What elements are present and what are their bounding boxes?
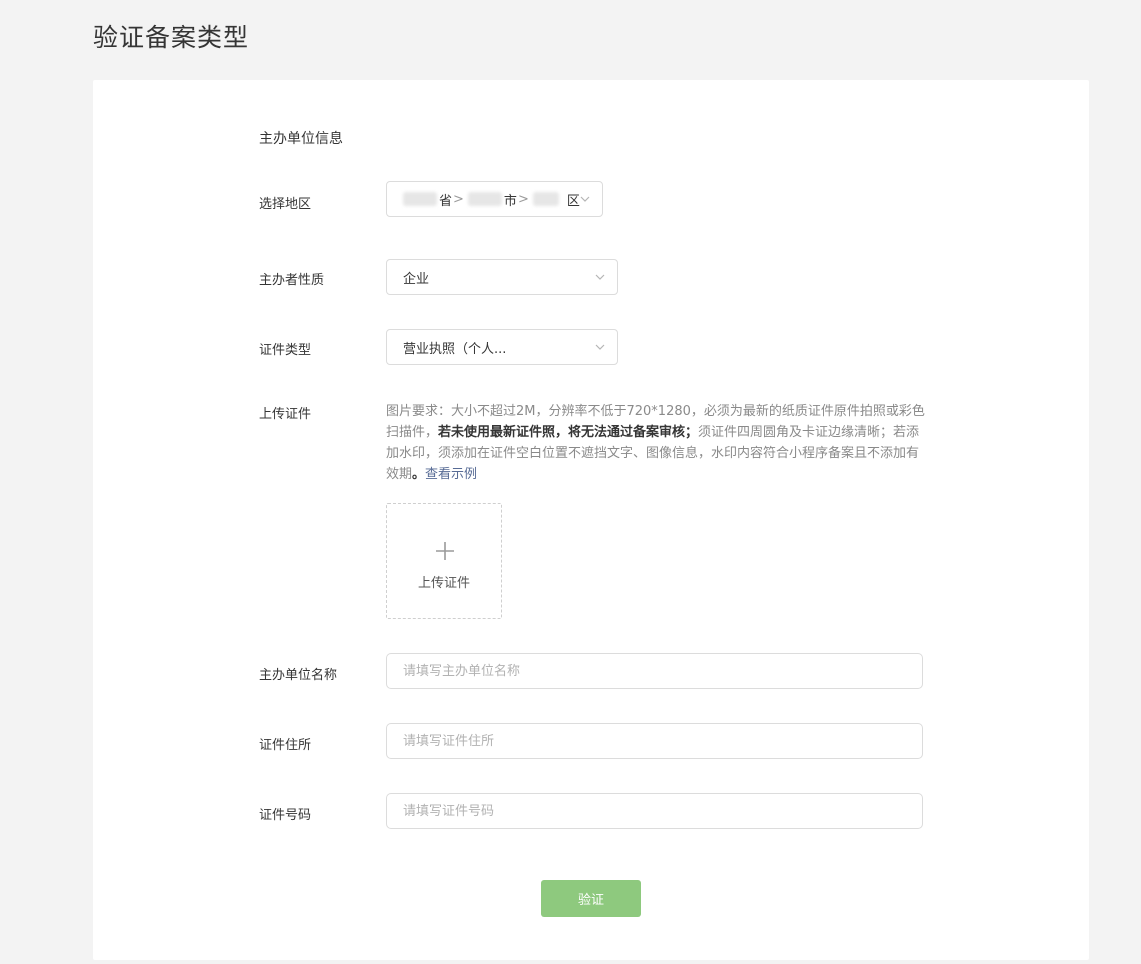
section-title: 主办单位信息 [259,131,343,147]
district-redacted [532,192,559,206]
chevron-down-icon [580,196,590,202]
org-name-input[interactable] [386,653,923,689]
hint-period: 。 [412,467,426,482]
plus-icon [436,542,454,560]
province-redacted [403,192,437,206]
upload-hint: 图片要求：大小不超过2M，分辨率不低于720*1280，必须为最新的纸质证件原件… [386,401,931,485]
cert-type-select[interactable]: 营业执照（个人... [386,329,618,365]
upload-certificate-button[interactable]: 上传证件 [386,503,502,619]
region-label: 选择地区 [259,197,312,212]
region-separator: > [517,191,529,207]
city-suffix: 市 [503,193,517,209]
upload-button-label: 上传证件 [417,576,470,591]
sponsor-nature-value: 企业 [403,271,430,287]
region-separator: > [453,191,464,207]
org-name-label: 主办单位名称 [259,668,338,683]
cert-address-input[interactable] [386,723,923,759]
city-redacted [467,192,502,206]
cert-type-value: 营业执照（个人... [403,341,507,357]
sponsor-nature-label: 主办者性质 [259,273,325,288]
upload-label: 上传证件 [259,407,312,422]
verify-button[interactable]: 验证 [541,880,641,917]
cert-number-input[interactable] [386,793,923,829]
view-example-link[interactable]: 查看示例 [425,467,477,482]
cert-type-label: 证件类型 [259,343,312,358]
cert-number-label: 证件号码 [259,808,312,823]
cert-address-label: 证件住所 [259,738,312,753]
page-title: 验证备案类型 [93,23,250,52]
chevron-down-icon [595,274,605,280]
region-select[interactable]: 省 > 市 > 区 [386,181,603,217]
sponsor-nature-select[interactable]: 企业 [386,259,618,295]
district-suffix: 区 [566,193,580,209]
chevron-down-icon [595,344,605,350]
province-suffix: 省 [439,193,453,209]
form-card: 主办单位信息 选择地区 省 > 市 > 区 主办者性质 企业 证件类型 营业执照… [93,80,1089,960]
hint-warning: 若未使用最新证件照，将无法通过备案审核； [438,425,699,440]
